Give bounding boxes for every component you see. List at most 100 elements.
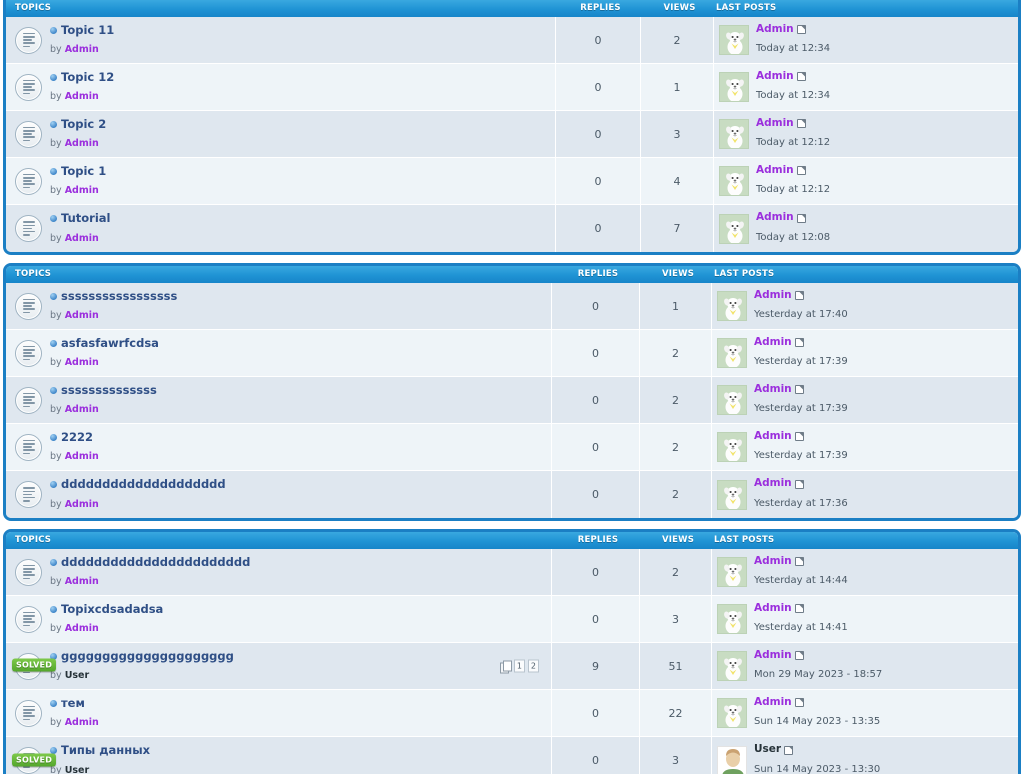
last-post-author[interactable]: Admin	[754, 602, 848, 616]
goto-last-post-icon[interactable]	[794, 604, 804, 614]
table-row[interactable]: Topic 2 by Admin 0 3 Admin Today at 12:1…	[6, 111, 1018, 158]
goto-last-post-icon[interactable]	[796, 25, 806, 35]
table-row[interactable]: sssssssssssssssss by Admin 0 1 Admin Yes…	[6, 283, 1018, 330]
table-row[interactable]: Topic 1 by Admin 0 4 Admin Today at 12:1…	[6, 158, 1018, 205]
last-post-author[interactable]: Admin	[754, 336, 848, 350]
goto-last-post-icon[interactable]	[794, 651, 804, 661]
avatar[interactable]	[717, 651, 747, 681]
avatar[interactable]	[719, 72, 749, 102]
table-row[interactable]: Tutorial by Admin 0 7 Admin Today at 12:…	[6, 205, 1018, 252]
topic-author-name[interactable]: Admin	[65, 310, 99, 321]
goto-last-post-icon[interactable]	[794, 291, 804, 301]
topic-title-link[interactable]: dddddddddddddddddddd	[61, 477, 226, 491]
last-post-author[interactable]: Admin	[756, 23, 830, 37]
topic-status-icon[interactable]	[15, 26, 42, 54]
goto-last-post-icon[interactable]	[784, 745, 794, 755]
avatar[interactable]	[717, 698, 747, 728]
avatar[interactable]	[717, 432, 747, 462]
last-post-author[interactable]: Admin	[754, 383, 848, 397]
last-post-author[interactable]: Admin	[756, 70, 830, 84]
topic-title-link[interactable]: Tutorial	[61, 211, 110, 225]
goto-last-post-icon[interactable]	[794, 432, 804, 442]
table-row[interactable]: asfasfawrfcdsa by Admin 0 2 Admin Yester…	[6, 330, 1018, 377]
page-number-button[interactable]: 1	[513, 659, 525, 673]
topic-status-icon[interactable]	[15, 386, 42, 414]
topic-author-name[interactable]: Admin	[65, 44, 99, 55]
avatar[interactable]	[719, 213, 749, 244]
topic-title-link[interactable]: Типы данных	[61, 743, 150, 757]
topic-author-name[interactable]: Admin	[65, 357, 99, 368]
topic-status-icon[interactable]	[15, 605, 42, 633]
goto-last-post-icon[interactable]	[794, 698, 804, 708]
last-post-author[interactable]: Admin	[754, 289, 848, 303]
topic-author-name[interactable]: Admin	[65, 185, 99, 196]
table-row[interactable]: тем by Admin 0 22 Admin Sun 14 May 2023 …	[6, 690, 1018, 737]
topic-title-link[interactable]: sssssssssssssssss	[61, 289, 177, 303]
topic-author-name[interactable]: Admin	[65, 233, 99, 244]
last-post-author[interactable]: Admin	[754, 696, 880, 710]
topic-title-link[interactable]: ssssssssssssss	[61, 383, 157, 397]
topic-author-name[interactable]: Admin	[65, 91, 99, 102]
topic-author-name[interactable]: Admin	[65, 404, 99, 415]
topic-title-link[interactable]: 2222	[61, 430, 93, 444]
topic-title-link[interactable]: Topic 2	[61, 117, 106, 131]
table-row[interactable]: SOLVED ggggggggggggggggggggg by User 12 …	[6, 643, 1018, 690]
table-row[interactable]: 2222 by Admin 0 2 Admin Yesterday at 17:…	[6, 424, 1018, 471]
topic-title-link[interactable]: ddddddddddddddddddddddd	[61, 555, 250, 569]
topic-author-name[interactable]: Admin	[65, 623, 99, 634]
avatar[interactable]	[717, 479, 747, 510]
topic-author-name[interactable]: Admin	[65, 451, 99, 462]
avatar[interactable]	[719, 25, 749, 55]
table-row[interactable]: Topixcdsadadsa by Admin 0 3 Admin Yester…	[6, 596, 1018, 643]
goto-last-post-icon[interactable]	[794, 557, 804, 567]
page-number-button[interactable]: 2	[527, 659, 539, 673]
avatar[interactable]	[717, 385, 747, 415]
topic-status-icon[interactable]	[15, 558, 42, 586]
topic-status-icon[interactable]	[15, 433, 42, 461]
topic-status-icon[interactable]	[15, 292, 42, 320]
avatar[interactable]	[717, 604, 747, 634]
topic-author-name[interactable]: Admin	[65, 499, 99, 510]
topic-author-name[interactable]: Admin	[65, 576, 99, 587]
last-post-author[interactable]: Admin	[754, 555, 848, 569]
topic-pagination[interactable]: 12	[499, 659, 539, 674]
goto-last-post-icon[interactable]	[794, 479, 804, 489]
goto-last-post-icon[interactable]	[796, 119, 806, 129]
goto-last-post-icon[interactable]	[794, 385, 804, 395]
topic-title-link[interactable]: asfasfawrfcdsa	[61, 336, 159, 350]
last-post-author[interactable]: Admin	[756, 211, 830, 225]
topic-status-icon[interactable]	[15, 215, 42, 242]
avatar[interactable]	[717, 557, 747, 587]
avatar[interactable]	[717, 338, 747, 368]
goto-last-post-icon[interactable]	[796, 72, 806, 82]
last-post-author[interactable]: Admin	[754, 649, 882, 663]
topic-author-name[interactable]: Admin	[65, 138, 99, 149]
last-post-author[interactable]: Admin	[754, 430, 848, 444]
topic-status-icon[interactable]	[15, 481, 42, 508]
last-post-author[interactable]: Admin	[756, 164, 830, 178]
topic-title-link[interactable]: Topic 1	[61, 164, 106, 178]
avatar[interactable]	[719, 166, 749, 196]
topic-title-link[interactable]: ggggggggggggggggggggg	[61, 649, 234, 663]
topic-status-icon[interactable]	[15, 73, 42, 101]
topic-author-name[interactable]: User	[65, 670, 90, 681]
table-row[interactable]: SOLVED Типы данных by User 0 3 User Sun …	[6, 737, 1018, 774]
topic-title-link[interactable]: Topic 12	[61, 70, 114, 84]
last-post-author[interactable]: Admin	[756, 117, 830, 131]
topic-status-icon[interactable]	[15, 120, 42, 148]
topic-author-name[interactable]: Admin	[65, 717, 99, 728]
topic-title-link[interactable]: Topic 11	[61, 23, 114, 37]
topic-status-icon[interactable]	[15, 167, 42, 195]
last-post-author[interactable]: Admin	[754, 477, 848, 491]
avatar[interactable]	[719, 119, 749, 149]
topic-title-link[interactable]: тем	[61, 696, 85, 710]
last-post-author[interactable]: User	[754, 743, 880, 757]
table-row[interactable]: Topic 12 by Admin 0 1 Admin Today at 12:…	[6, 64, 1018, 111]
topic-status-icon[interactable]	[15, 699, 42, 727]
goto-last-post-icon[interactable]	[794, 338, 804, 348]
table-row[interactable]: ssssssssssssss by Admin 0 2 Admin Yester…	[6, 377, 1018, 424]
table-row[interactable]: ddddddddddddddddddddddd by Admin 0 2 Adm…	[6, 549, 1018, 596]
table-row[interactable]: Topic 11 by Admin 0 2 Admin Today at 12:…	[6, 17, 1018, 64]
goto-last-post-icon[interactable]	[796, 166, 806, 176]
table-row[interactable]: dddddddddddddddddddd by Admin 0 2 Admin …	[6, 471, 1018, 518]
